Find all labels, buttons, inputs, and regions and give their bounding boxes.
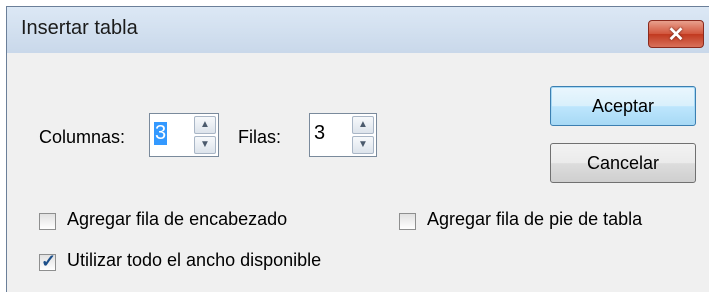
- footer-row-label[interactable]: Agregar fila de pie de tabla: [427, 209, 642, 230]
- close-icon: ✕: [667, 24, 685, 46]
- rows-value[interactable]: 3: [314, 122, 325, 145]
- spin-down-icon: ▼: [358, 139, 368, 150]
- window-title: Insertar tabla: [21, 17, 138, 39]
- close-button[interactable]: ✕: [648, 20, 704, 48]
- ok-button[interactable]: Aceptar: [550, 86, 696, 126]
- title-bar[interactable]: Insertar tabla ✕: [7, 7, 709, 53]
- columns-spinner[interactable]: 3 ▲ ▼: [149, 113, 219, 157]
- checkmark-icon: ✓: [41, 251, 57, 271]
- dialog-body: Columnas: 3 ▲ ▼ Filas: 3 ▲ ▼ Aceptar Can…: [7, 53, 709, 292]
- full-width-checkbox[interactable]: ✓: [39, 251, 57, 271]
- spin-up-icon: ▲: [358, 119, 368, 130]
- spin-down-icon: ▼: [200, 139, 210, 150]
- rows-label: Filas:: [238, 127, 282, 147]
- rows-down-button[interactable]: ▼: [352, 136, 374, 154]
- columns-value[interactable]: 3: [154, 122, 168, 145]
- insert-table-dialog: Insertar tabla ✕ Columnas: 3 ▲ ▼ Filas: …: [6, 6, 709, 292]
- spin-up-icon: ▲: [200, 119, 210, 130]
- cancel-button[interactable]: Cancelar: [550, 143, 696, 183]
- columns-down-button[interactable]: ▼: [194, 136, 216, 154]
- rows-spinner[interactable]: 3 ▲ ▼: [309, 113, 377, 157]
- footer-row-checkbox[interactable]: [399, 213, 416, 230]
- rows-up-button[interactable]: ▲: [352, 116, 374, 134]
- header-row-checkbox[interactable]: [39, 213, 56, 230]
- header-row-label[interactable]: Agregar fila de encabezado: [67, 209, 287, 230]
- columns-up-button[interactable]: ▲: [194, 116, 216, 134]
- columns-label: Columnas:: [39, 127, 126, 147]
- full-width-label[interactable]: Utilizar todo el ancho disponible: [67, 250, 321, 271]
